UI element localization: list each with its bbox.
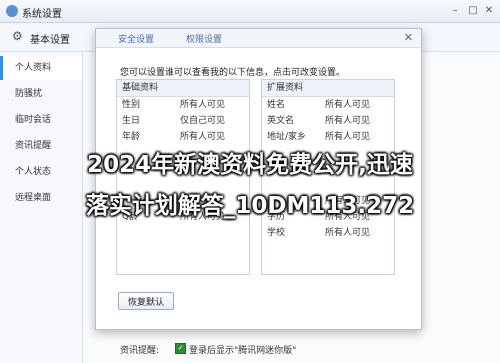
field-name: 学校	[267, 228, 286, 238]
field-visibility[interactable]: 所有人可见	[325, 225, 370, 241]
table-row[interactable]: 性别 所有人可见	[117, 97, 249, 113]
field-visibility[interactable]: 仅自己可见	[180, 113, 225, 129]
permission-dialog: 安全设置 权限设置 ✕ 您可以设置谁可以查看我的以下信息，点击可改变设置。 基础…	[95, 28, 422, 330]
field-visibility[interactable]: 所有人可见	[180, 129, 225, 145]
field-name: 性别	[122, 100, 141, 110]
table-row[interactable]: 学校 所有人可见	[262, 225, 394, 241]
field-name: 地址/家乡	[267, 132, 307, 142]
watermark-line-2: 落实计划解答_10DM113.272	[85, 193, 415, 219]
table-row[interactable]: 生日 仅自己可见	[117, 113, 249, 129]
field-visibility[interactable]: 所有人可见	[325, 113, 370, 129]
close-icon[interactable]: ✕	[482, 4, 496, 18]
field-name: 英文名	[267, 116, 295, 126]
maximize-icon[interactable]: □	[466, 4, 480, 18]
tab-permission[interactable]: 权限设置	[186, 32, 222, 45]
gear-icon: ⚙	[12, 29, 23, 43]
news-reminder-label: 资讯提醒:	[120, 346, 160, 356]
table-row[interactable]: 年龄 所有人可见	[117, 129, 249, 145]
field-visibility[interactable]: 所有人可见	[180, 97, 225, 113]
field-visibility[interactable]: 所有人可见	[325, 129, 370, 145]
basic-info-header: 基础资料	[117, 80, 249, 97]
table-row[interactable]: 英文名 所有人可见	[262, 113, 394, 129]
tab-security[interactable]: 安全设置	[118, 32, 154, 45]
field-name: 生日	[122, 116, 141, 126]
table-row[interactable]: 地址/家乡 所有人可见	[262, 129, 394, 145]
app-icon	[6, 5, 18, 17]
title-bar: 系统设置 – □ ✕	[0, 0, 500, 23]
dialog-tabs: 安全设置 权限设置 ✕	[96, 29, 421, 48]
field-visibility[interactable]: 所有人可见	[325, 97, 370, 113]
dialog-close-icon[interactable]: ✕	[404, 31, 413, 44]
field-name: 年龄	[122, 132, 141, 142]
field-name: 姓名	[267, 100, 286, 110]
sidebar-item-temp-chat[interactable]: 临时会话	[0, 108, 82, 132]
sidebar-item-anti-harass[interactable]: 防骚扰	[0, 82, 82, 106]
restore-defaults-button[interactable]: 恢复默认	[118, 292, 174, 310]
dialog-intro: 您可以设置谁可以查看我的以下信息，点击可改变设置。	[120, 68, 346, 78]
extended-info-header: 扩展资料	[262, 80, 394, 97]
mini-news-checkbox-label[interactable]: 登录后显示"腾讯网迷你版"	[189, 343, 296, 356]
watermark-line-1: 2024年新澳资料免费公开,迅速	[87, 152, 413, 178]
table-row[interactable]: 姓名 所有人可见	[262, 97, 394, 113]
minimize-icon[interactable]: –	[448, 4, 462, 18]
settings-section-title[interactable]: 基本设置	[30, 31, 70, 46]
sidebar-item-profile[interactable]: 个人资料	[0, 56, 82, 80]
mini-news-checkbox[interactable]: ✓	[175, 343, 186, 354]
window-title: 系统设置	[22, 9, 62, 20]
